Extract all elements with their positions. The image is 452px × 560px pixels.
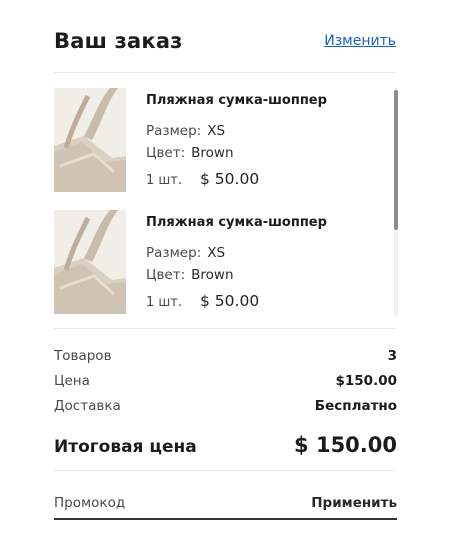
order-items-list[interactable]: Пляжная сумка-шоппер Размер: XS Цвет: Brow…: [54, 88, 400, 316]
item-size: Размер: XS: [146, 242, 327, 264]
item-size: Размер: XS: [146, 120, 327, 142]
order-item: Пляжная сумка-шоппер Размер: XS Цвет: Brow…: [54, 210, 400, 316]
item-qty-price: 1 шт. $ 50.00: [146, 292, 327, 310]
divider: [54, 328, 396, 329]
summary-price-row: Цена $150.00: [54, 373, 397, 389]
item-quantity: 1 шт.: [146, 295, 183, 310]
item-info: Пляжная сумка-шоппер Размер: XS Цвет: Brow…: [146, 214, 327, 310]
price-value: $150.00: [335, 373, 398, 389]
color-value: Brown: [191, 267, 234, 283]
size-value: XS: [207, 245, 226, 261]
apply-promo-button[interactable]: Применить: [311, 495, 397, 511]
summary-items-row: Товаров 3: [54, 348, 397, 364]
summary-delivery-row: Доставка Бесплатно: [54, 398, 397, 414]
page-title: Ваш заказ: [54, 29, 183, 53]
delivery-value: Бесплатно: [314, 398, 397, 414]
item-color: Цвет: Brown: [146, 142, 327, 164]
edit-order-link[interactable]: Изменить: [324, 33, 396, 49]
item-price: $ 50.00: [200, 292, 260, 310]
size-label: Размер:: [146, 123, 202, 139]
order-item: Пляжная сумка-шоппер Размер: XS Цвет: Brow…: [54, 88, 400, 210]
order-summary-panel: Ваш заказ Изменить Пляжная сумка-шоппер …: [0, 0, 452, 560]
color-label: Цвет:: [146, 145, 186, 161]
item-info: Пляжная сумка-шоппер Размер: XS Цвет: Brow…: [146, 92, 327, 188]
color-value: Brown: [191, 145, 234, 161]
scrollbar-thumb[interactable]: [394, 90, 398, 230]
divider: [54, 72, 396, 73]
items-count-value: 3: [387, 348, 397, 364]
item-quantity: 1 шт.: [146, 173, 183, 188]
items-scrollbar[interactable]: [394, 88, 398, 316]
divider: [54, 470, 396, 471]
item-name: Пляжная сумка-шоппер: [146, 215, 327, 230]
promo-code-input[interactable]: [54, 495, 274, 511]
tote-bag-image: [54, 210, 126, 314]
tote-bag-image: [54, 88, 126, 192]
summary-total-row: Итоговая цена $ 150.00: [54, 433, 397, 457]
items-count-label: Товаров: [54, 348, 112, 364]
size-label: Размер:: [146, 245, 202, 261]
color-label: Цвет:: [146, 267, 186, 283]
price-label: Цена: [54, 373, 90, 389]
promo-code-row: Применить: [54, 488, 397, 520]
item-color: Цвет: Brown: [146, 264, 327, 286]
order-header: Ваш заказ Изменить: [54, 24, 396, 58]
size-value: XS: [207, 123, 226, 139]
total-value: $ 150.00: [294, 433, 397, 457]
item-name: Пляжная сумка-шоппер: [146, 93, 327, 108]
item-price: $ 50.00: [200, 170, 260, 188]
total-label: Итоговая цена: [54, 437, 197, 457]
item-qty-price: 1 шт. $ 50.00: [146, 170, 327, 188]
delivery-label: Доставка: [54, 398, 121, 414]
